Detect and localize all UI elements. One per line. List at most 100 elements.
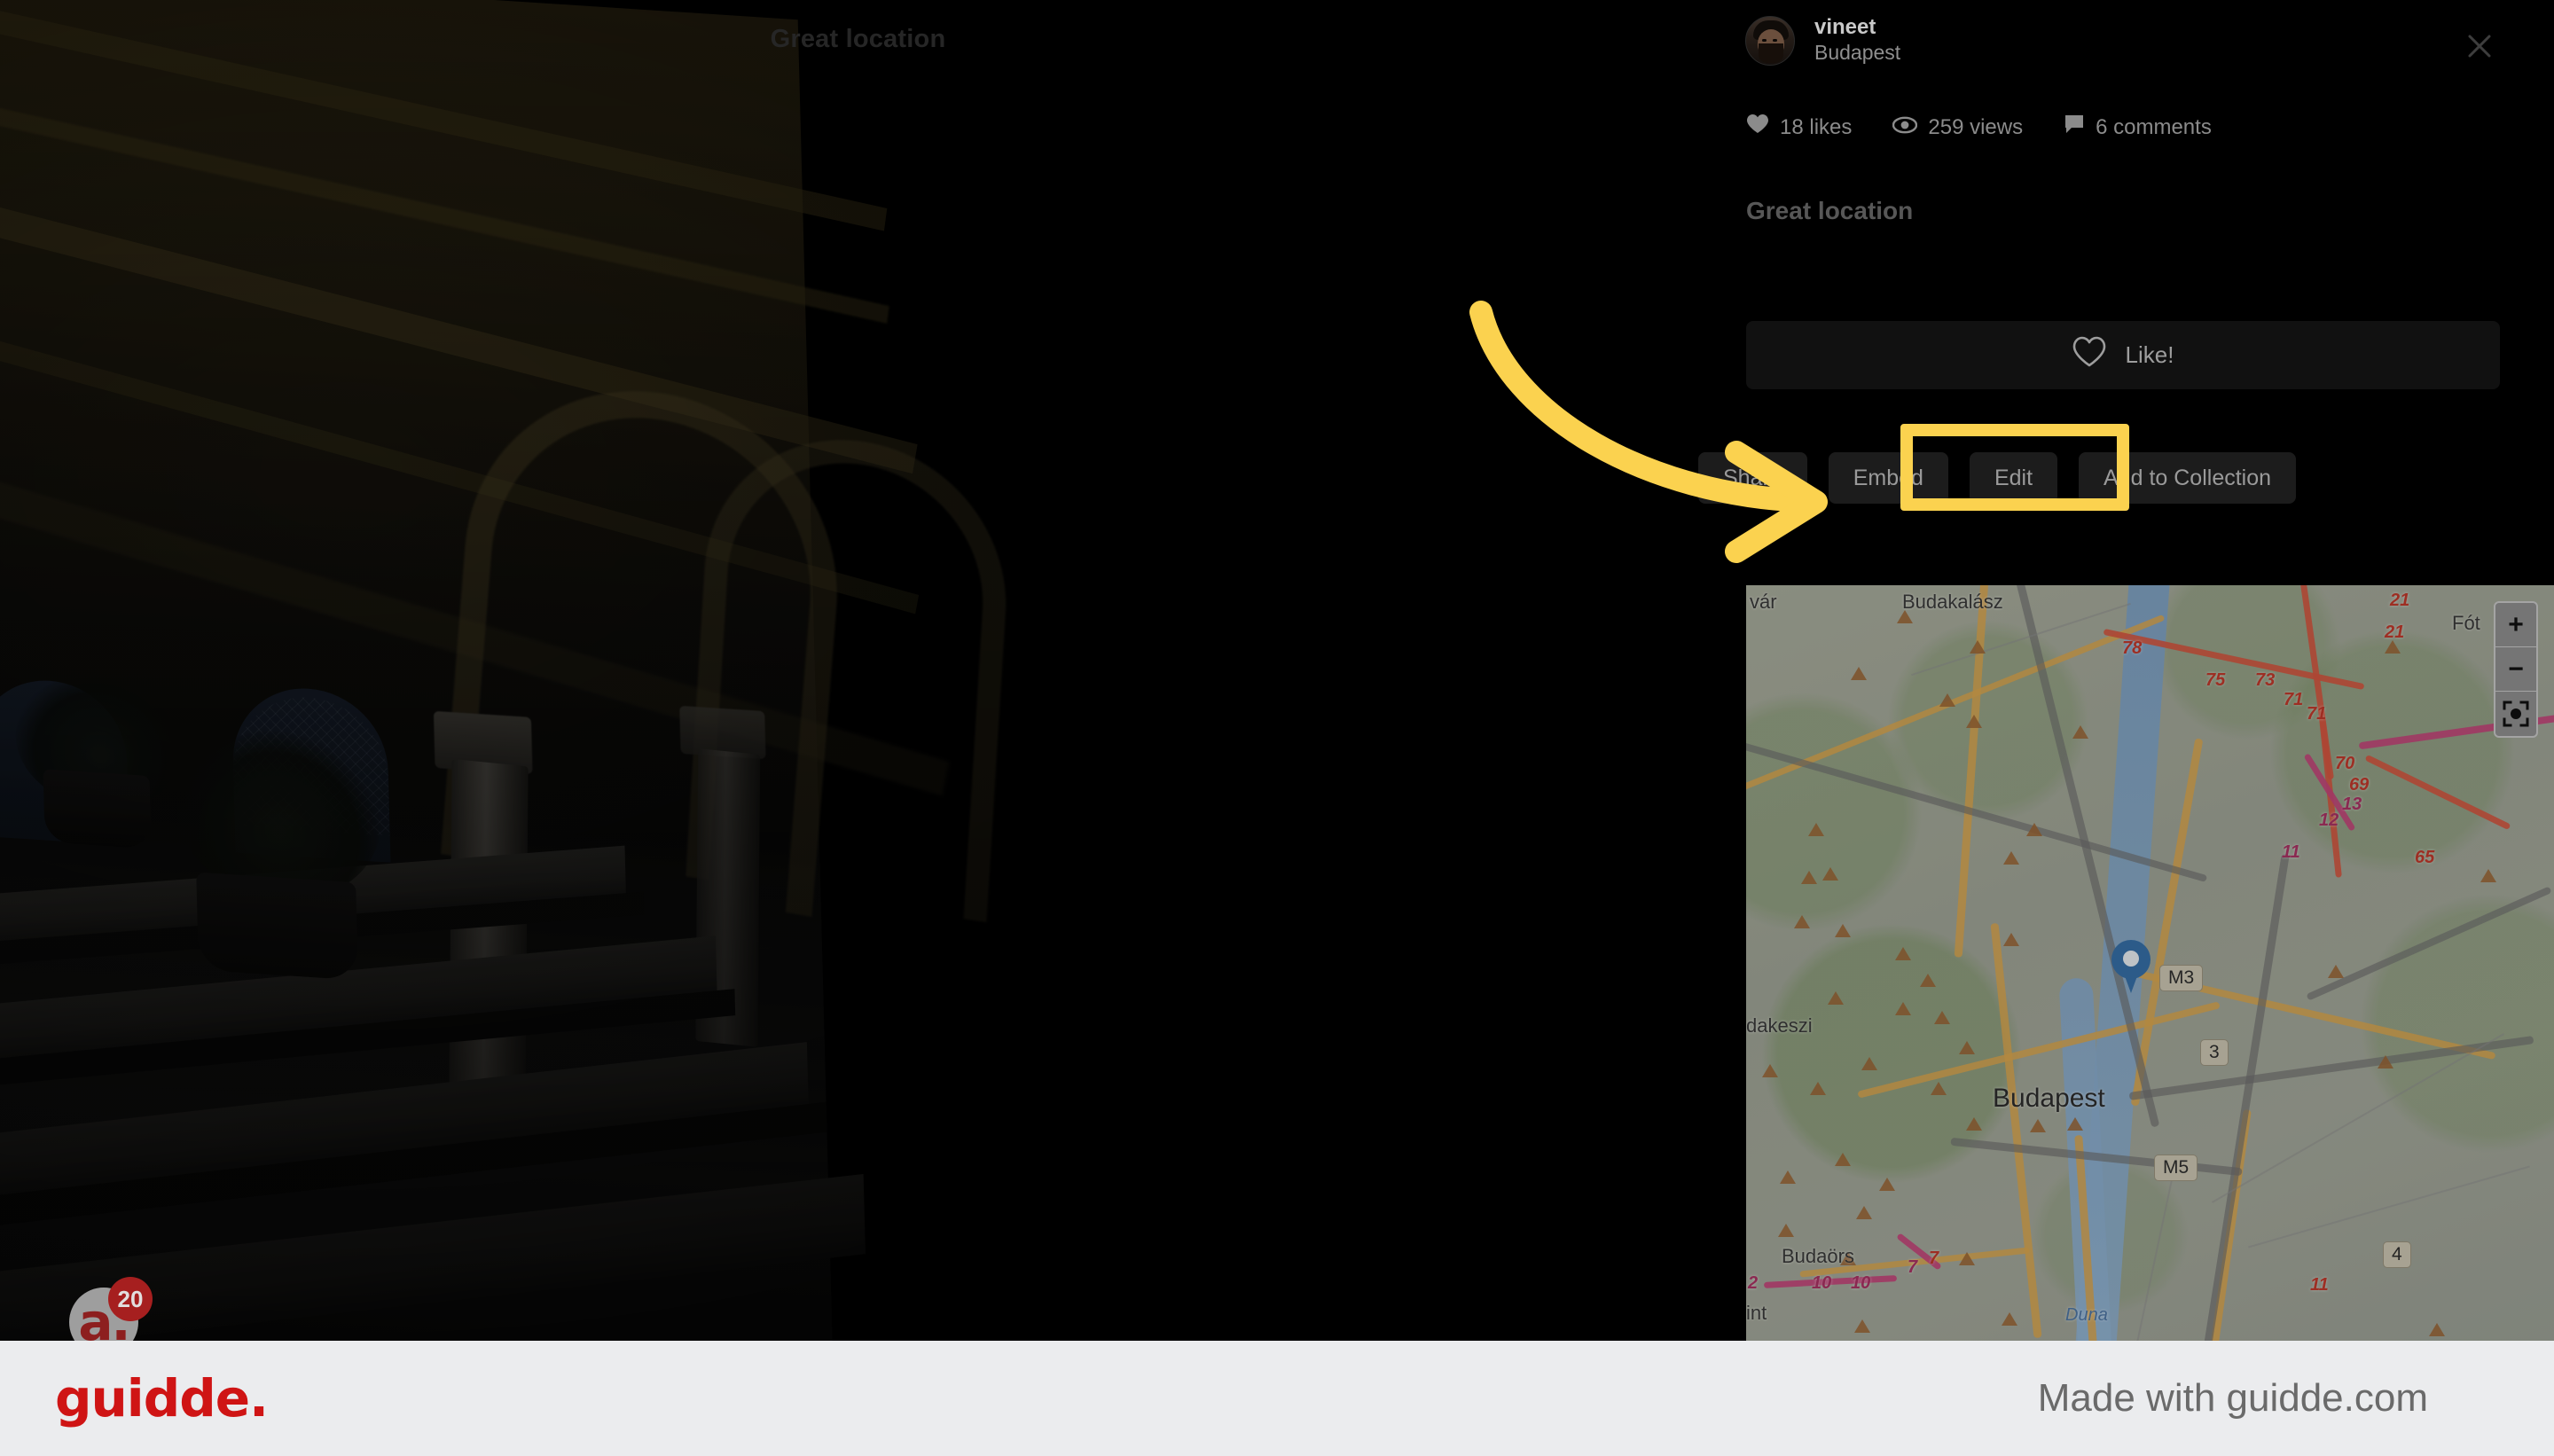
route-number: 2 bbox=[1748, 1273, 1759, 1293]
forest-symbol bbox=[2026, 823, 2042, 836]
forest-symbol bbox=[2067, 1117, 2083, 1131]
views-label: 259 views bbox=[1928, 114, 2024, 139]
map-controls: + − bbox=[2494, 601, 2538, 738]
user-name[interactable]: vineet bbox=[1814, 15, 1900, 40]
route-number: 12 bbox=[2319, 810, 2339, 830]
route-shield: M3 bbox=[2159, 965, 2204, 991]
forest-symbol bbox=[1966, 715, 1982, 728]
route-number: 70 bbox=[2335, 754, 2355, 773]
forest-symbol bbox=[1895, 1002, 1911, 1015]
forest-symbol bbox=[2480, 869, 2496, 882]
planter bbox=[196, 872, 359, 981]
forest-symbol bbox=[2429, 1323, 2445, 1336]
forest-symbol bbox=[1959, 1041, 1975, 1054]
route-number: 71 bbox=[2307, 704, 2327, 724]
like-button[interactable]: Like! bbox=[1746, 321, 2500, 389]
forest-symbol bbox=[1780, 1170, 1796, 1184]
planter bbox=[43, 769, 152, 849]
map-label: int bbox=[1746, 1302, 1767, 1324]
comments-stat: 6 comments bbox=[2064, 114, 2212, 140]
close-button[interactable] bbox=[2458, 25, 2501, 67]
route-number: 78 bbox=[2122, 638, 2143, 658]
route-shield: M5 bbox=[2154, 1155, 2198, 1181]
forest-symbol bbox=[1854, 1319, 1870, 1333]
heart-outline-icon bbox=[2072, 336, 2106, 374]
page-title: Great location bbox=[770, 25, 946, 53]
footer-bar: guidde. Made with guidde.com bbox=[0, 1341, 2554, 1456]
forest-symbol bbox=[1835, 1153, 1851, 1166]
forest-symbol bbox=[1794, 915, 1810, 928]
stats-row: 18 likes 259 views 6 comments bbox=[1746, 114, 2212, 141]
map-label: dakeszi bbox=[1746, 1014, 1813, 1037]
route-shield: 4 bbox=[2383, 1241, 2411, 1268]
forest-symbol bbox=[1931, 1082, 1947, 1095]
forest-symbol bbox=[2072, 725, 2088, 739]
map-label: Budapest bbox=[1993, 1084, 2105, 1113]
forest-symbol bbox=[1835, 924, 1851, 937]
forest-symbol bbox=[2030, 1119, 2046, 1132]
forest-symbol bbox=[1966, 1117, 1982, 1131]
likes-label: 18 likes bbox=[1780, 114, 1853, 139]
forest-symbol bbox=[1939, 693, 1955, 707]
route-number: 11 bbox=[2282, 842, 2300, 862]
fullscreen-icon bbox=[2503, 701, 2529, 727]
watermark-logo: a. 20 bbox=[69, 1277, 153, 1341]
map-zoom-in-button[interactable]: + bbox=[2495, 603, 2536, 647]
likes-stat: 18 likes bbox=[1746, 114, 1852, 141]
route-number: 11 bbox=[2310, 1275, 2329, 1295]
highlight-box-embed bbox=[1900, 424, 2129, 511]
views-stat: 259 views bbox=[1892, 115, 2023, 140]
forest-symbol bbox=[1920, 974, 1936, 987]
like-button-label: Like! bbox=[2125, 341, 2174, 368]
map-label: Fót bbox=[2452, 612, 2480, 634]
map-label: Budaörs bbox=[1782, 1245, 1854, 1267]
detail-panel: vineet Budapest 18 likes 259 views 6 com… bbox=[1698, 0, 2554, 1341]
made-with-label: Made with guidde.com bbox=[2037, 1376, 2428, 1420]
avatar-beard bbox=[1759, 43, 1783, 63]
map-label: Budakalász bbox=[1902, 591, 2003, 613]
forest-symbol bbox=[2328, 965, 2344, 978]
route-number: 65 bbox=[2415, 848, 2435, 867]
forest-symbol bbox=[2002, 1312, 2017, 1326]
route-number: 71 bbox=[2284, 690, 2304, 709]
map-fullscreen-button[interactable] bbox=[2495, 692, 2536, 736]
forest-symbol bbox=[1828, 991, 1844, 1005]
pin-body bbox=[2111, 940, 2151, 979]
route-number: 21 bbox=[2390, 591, 2410, 610]
forest-symbol bbox=[1851, 667, 1867, 680]
heart-icon bbox=[1746, 114, 1769, 141]
map-label: vár bbox=[1750, 591, 1777, 613]
location-map[interactable]: vár Budakalász Fót dakeszi Budapest Buda… bbox=[1746, 585, 2554, 1341]
forest-symbol bbox=[1762, 1064, 1778, 1077]
forest-symbol bbox=[1822, 867, 1838, 881]
avatar[interactable] bbox=[1745, 16, 1795, 66]
location-pin[interactable] bbox=[2111, 940, 2151, 993]
avatar-eye bbox=[1773, 39, 1777, 42]
forest-symbol bbox=[2378, 1055, 2393, 1069]
panorama-viewer[interactable]: Great location a. 20 bbox=[0, 0, 1716, 1341]
avatar-eye bbox=[1762, 39, 1767, 42]
forest-symbol bbox=[2003, 933, 2019, 946]
route-number: 13 bbox=[2342, 795, 2362, 814]
pin-center-dot bbox=[2123, 951, 2139, 967]
forest-symbol bbox=[1778, 1224, 1794, 1237]
forest-symbol bbox=[1934, 1011, 1950, 1024]
forest-symbol bbox=[1895, 947, 1911, 960]
route-number: 7 bbox=[1908, 1257, 1918, 1277]
panorama-image[interactable] bbox=[0, 0, 1015, 1341]
forest-symbol bbox=[1808, 823, 1824, 836]
eye-icon bbox=[1892, 115, 1918, 140]
route-number: 69 bbox=[2349, 775, 2370, 795]
forest-symbol bbox=[1801, 871, 1817, 884]
comments-label: 6 comments bbox=[2096, 114, 2212, 139]
forest-symbol bbox=[1810, 1082, 1826, 1095]
comment-icon bbox=[2064, 114, 2085, 140]
route-number: 10 bbox=[1812, 1273, 1832, 1293]
user-location: Budapest bbox=[1814, 41, 1901, 65]
map-zoom-out-button[interactable]: − bbox=[2495, 647, 2536, 692]
share-button[interactable]: Share bbox=[1698, 452, 1807, 504]
route-shield: 3 bbox=[2200, 1039, 2229, 1066]
route-number: 21 bbox=[2385, 622, 2405, 642]
watermark-badge: 20 bbox=[108, 1277, 153, 1321]
route-number: 7 bbox=[1929, 1249, 1939, 1268]
